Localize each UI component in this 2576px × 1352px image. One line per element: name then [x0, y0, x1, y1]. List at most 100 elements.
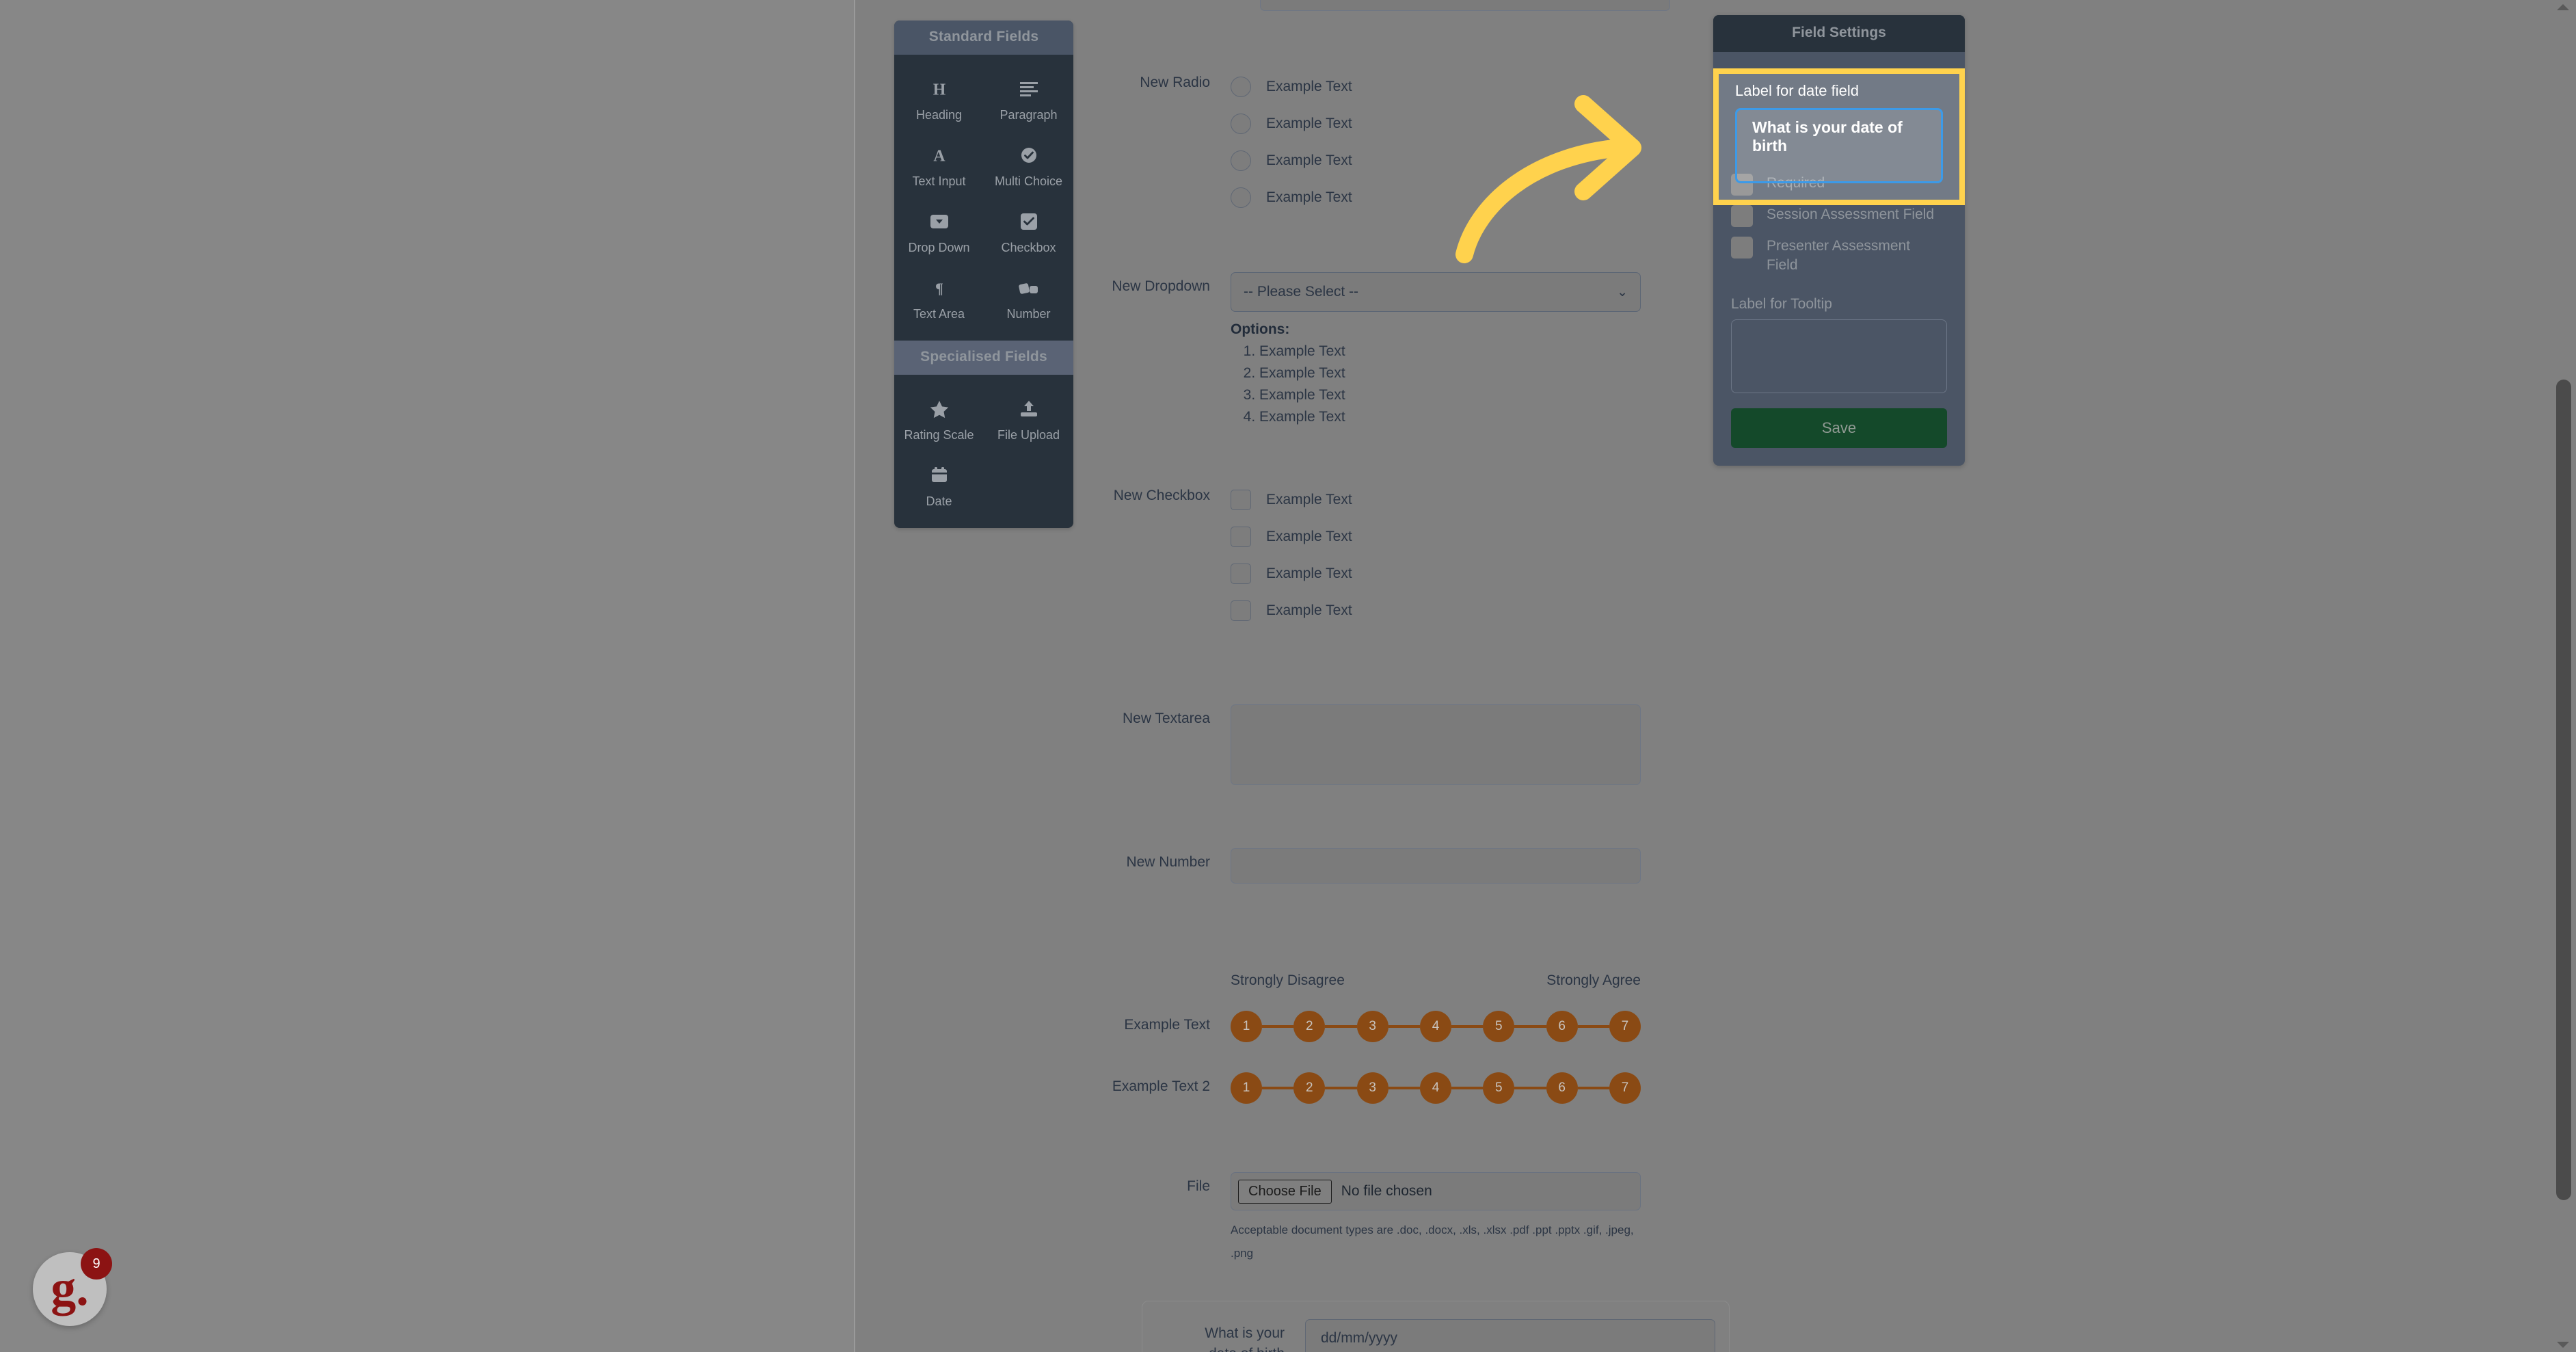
file-input[interactable]: Choose File No file chosen	[1231, 1172, 1641, 1210]
multi-choice-icon	[1019, 142, 1038, 169]
rating-pip[interactable]: 3	[1356, 1072, 1388, 1104]
setting-presenter-assessment-row[interactable]: Presenter Assessment Field	[1731, 237, 1947, 276]
toolbox-item-number[interactable]: Number	[984, 262, 1073, 328]
new-radio-options: Example Text Example Text Example Text E…	[1231, 68, 1709, 216]
toolbox-section-standard-header: Standard Fields	[894, 21, 1073, 55]
toolbox-item-label: Date	[926, 494, 952, 508]
new-textarea-input[interactable]	[1231, 704, 1641, 785]
toolbox-item-drop-down[interactable]: Drop Down	[894, 196, 984, 262]
field-settings-title: Field Settings	[1713, 15, 1965, 52]
toolbox-item-checkbox[interactable]: Checkbox	[984, 196, 1073, 262]
save-button[interactable]: Save	[1731, 408, 1947, 448]
rating-pip[interactable]: 1	[1231, 1072, 1262, 1104]
scrollbar-thumb[interactable]	[2556, 380, 2571, 1200]
radio-option-label: Example Text	[1266, 79, 1352, 94]
checkbox-option[interactable]: Example Text	[1231, 555, 1709, 592]
toolbox-item-text-area[interactable]: ¶ Text Area	[894, 262, 984, 328]
form-row-new-checkbox: New Checkbox Example Text Example Text E…	[1094, 481, 1709, 629]
scroll-down-arrow-icon[interactable]	[2557, 1342, 2569, 1348]
chevron-down-icon: ⌄	[1617, 284, 1628, 300]
scroll-up-arrow-icon[interactable]	[2557, 4, 2569, 10]
form-row-new-textarea: New Textarea	[1094, 704, 1709, 785]
dropdown-options-title: Options:	[1231, 321, 1290, 337]
toolbox-item-multi-choice[interactable]: Multi Choice	[984, 129, 1073, 196]
form-row-rating-1: Example Text 1 2 3 4 5 6 7	[1094, 1011, 1709, 1042]
radio-button-icon[interactable]	[1231, 114, 1251, 134]
rating-pip[interactable]: 2	[1293, 1072, 1326, 1104]
rating-connector	[1325, 1025, 1357, 1028]
rating-pip[interactable]: 7	[1609, 1011, 1641, 1042]
new-number-label: New Number	[1126, 854, 1210, 870]
rating-connector	[1262, 1025, 1294, 1028]
toolbox-section-specialised-header: Specialised Fields	[894, 341, 1073, 375]
setting-session-assessment-row[interactable]: Session Assessment Field	[1731, 205, 1947, 227]
text-input-icon: A	[930, 142, 948, 169]
rating-pip[interactable]: 5	[1483, 1011, 1515, 1042]
radio-button-icon[interactable]	[1231, 150, 1251, 171]
file-hint: Acceptable document types are .doc, .doc…	[1231, 1223, 1634, 1260]
toolbox-item-heading[interactable]: H Heading	[894, 63, 984, 129]
toolbox-item-date[interactable]: Date	[894, 449, 984, 516]
rating-pip[interactable]: 1	[1231, 1011, 1262, 1042]
checkbox-option-label: Example Text	[1266, 602, 1352, 618]
rating-low-label: Strongly Disagree	[1231, 972, 1345, 988]
presenter-assessment-label: Presenter Assessment Field	[1767, 238, 1911, 274]
session-assessment-label: Session Assessment Field	[1767, 207, 1935, 222]
checkbox-icon[interactable]	[1231, 600, 1251, 621]
date-field-input[interactable]: dd/mm/yyyy	[1305, 1319, 1715, 1352]
list-item: Example Text	[1259, 406, 1709, 428]
session-assessment-checkbox-icon[interactable]	[1731, 205, 1753, 227]
date-field-label-line2: date of birth	[1142, 1344, 1285, 1352]
rating-pip[interactable]: 2	[1293, 1011, 1326, 1042]
radio-button-icon[interactable]	[1231, 187, 1251, 208]
form-row-new-radio: New Radio Example Text Example Text Exam…	[1094, 68, 1709, 216]
checkbox-option[interactable]: Example Text	[1231, 592, 1709, 629]
rating-row-label: Example Text	[1124, 1017, 1210, 1033]
toolbox-item-label: Multi Choice	[994, 174, 1063, 188]
rating-pip[interactable]: 7	[1609, 1072, 1641, 1104]
presenter-assessment-checkbox-icon[interactable]	[1731, 237, 1753, 259]
file-label: File	[1187, 1178, 1210, 1194]
rating-connector	[1577, 1087, 1609, 1089]
star-icon	[930, 395, 949, 423]
radio-option[interactable]: Example Text	[1231, 105, 1709, 142]
upload-icon	[1019, 395, 1038, 423]
rating-connector	[1388, 1025, 1420, 1028]
toolbox-item-file-upload[interactable]: File Upload	[984, 383, 1073, 449]
rating-pip[interactable]: 4	[1419, 1072, 1451, 1104]
checkbox-icon[interactable]	[1231, 564, 1251, 584]
checkbox-option-label: Example Text	[1266, 492, 1352, 507]
help-widget-button[interactable]: g. 9	[33, 1248, 112, 1326]
radio-option[interactable]: Example Text	[1231, 68, 1709, 105]
rating-pip[interactable]: 4	[1419, 1011, 1451, 1042]
drop-down-icon	[930, 208, 949, 235]
rating-pip[interactable]: 6	[1546, 1011, 1578, 1042]
new-checkbox-options: Example Text Example Text Example Text E…	[1231, 481, 1709, 629]
checkbox-icon[interactable]	[1231, 490, 1251, 510]
radio-option[interactable]: Example Text	[1231, 142, 1709, 179]
toolbox-item-rating-scale[interactable]: Rating Scale	[894, 383, 984, 449]
radio-button-icon[interactable]	[1231, 77, 1251, 97]
new-number-input[interactable]	[1231, 848, 1641, 884]
vertical-scrollbar[interactable]	[2549, 0, 2576, 1352]
rating-pip[interactable]: 6	[1546, 1072, 1578, 1104]
toolbox-item-paragraph[interactable]: Paragraph	[984, 63, 1073, 129]
checkbox-icon	[1020, 208, 1038, 235]
checkbox-option[interactable]: Example Text	[1231, 481, 1709, 518]
rating-connector	[1388, 1087, 1420, 1089]
label-for-date-field-input[interactable]: What is your date of birth	[1735, 108, 1943, 183]
radio-option[interactable]: Example Text	[1231, 179, 1709, 216]
file-control: Choose File No file chosen Acceptable do…	[1231, 1172, 1709, 1265]
checkbox-option[interactable]: Example Text	[1231, 518, 1709, 555]
choose-file-button[interactable]: Choose File	[1238, 1179, 1332, 1204]
checkbox-icon[interactable]	[1231, 527, 1251, 547]
rating-pip[interactable]: 3	[1356, 1011, 1388, 1042]
tooltip-textarea[interactable]	[1731, 319, 1947, 393]
form-row-rating-header: Strongly Disagree Strongly Agree	[1094, 972, 1709, 989]
new-number-control	[1231, 848, 1709, 884]
rating-pip[interactable]: 5	[1483, 1072, 1515, 1104]
toolbox-item-text-input[interactable]: A Text Input	[894, 129, 984, 196]
rating-connector	[1451, 1025, 1484, 1028]
heading-icon: H	[930, 75, 948, 103]
new-dropdown-select[interactable]: -- Please Select -- ⌄	[1231, 272, 1641, 312]
